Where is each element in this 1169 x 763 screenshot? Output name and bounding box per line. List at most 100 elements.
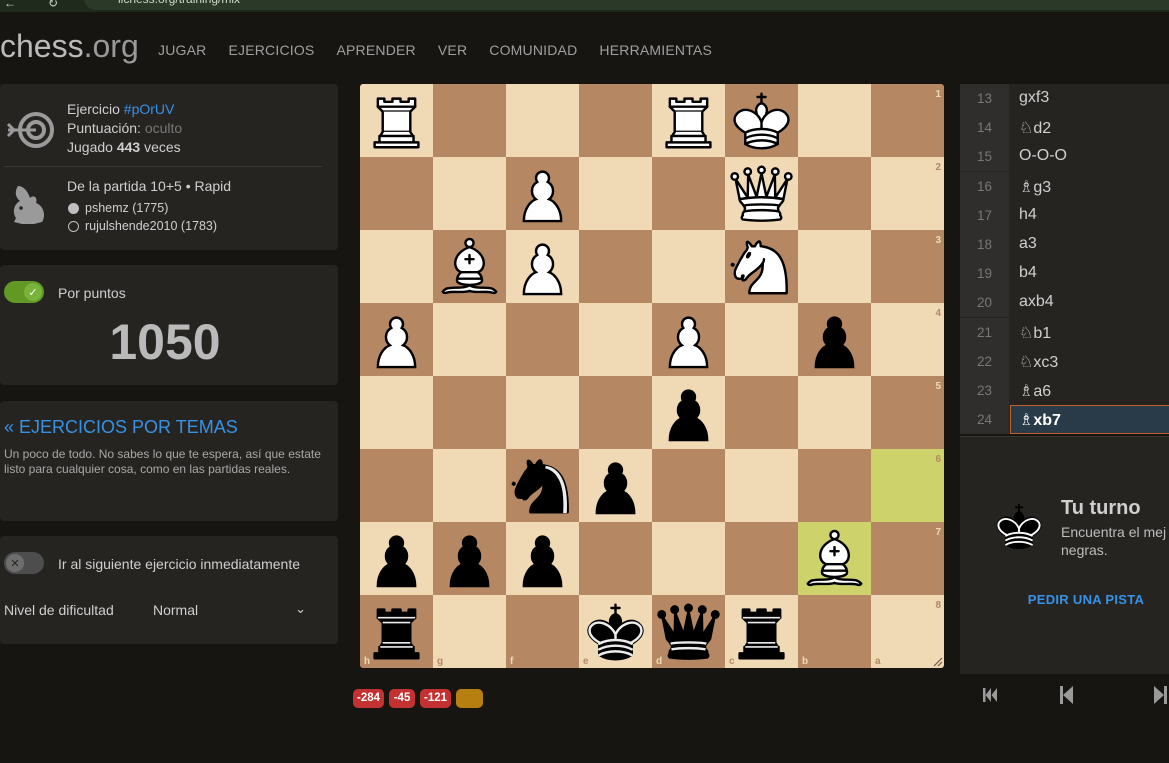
board-square[interactable]	[798, 595, 871, 668]
first-move-icon[interactable]	[972, 680, 1008, 710]
board-square[interactable]	[798, 157, 871, 230]
board-square[interactable]	[652, 522, 725, 595]
puzzle-rating-line: Puntuación: oculto	[67, 120, 183, 136]
board-square[interactable]	[360, 376, 433, 449]
board-square[interactable]	[725, 376, 798, 449]
nav-community[interactable]: COMUNIDAD	[489, 42, 577, 58]
back-icon[interactable]: ←	[4, 0, 16, 10]
board-square[interactable]	[506, 376, 579, 449]
move-san[interactable]: ♗xb7	[1019, 410, 1061, 430]
board-square[interactable]	[506, 84, 579, 157]
move-san[interactable]: gxf3	[1019, 89, 1049, 107]
rated-toggle[interactable]: ✓	[4, 281, 44, 303]
board-square[interactable]	[871, 230, 944, 303]
move-row[interactable]: 21 ♘b1	[960, 317, 1169, 347]
move-san[interactable]: ♘xc3	[1019, 352, 1058, 372]
auto-next-toggle[interactable]: ✕	[4, 552, 44, 574]
address-bar[interactable]: lichess.org/training/mix	[84, 0, 1169, 10]
player-white[interactable]: pshemz (1775)	[68, 201, 168, 215]
prev-move-icon[interactable]	[1049, 680, 1085, 710]
hint-button[interactable]: PEDIR UNA PISTA	[960, 592, 1169, 607]
move-row[interactable]: 18 a3	[960, 230, 1169, 259]
move-san[interactable]: ♘d2	[1019, 118, 1051, 138]
board-square[interactable]	[360, 449, 433, 522]
puzzle-id-link[interactable]: #pOrUV	[124, 101, 175, 117]
move-row[interactable]: 20 axb4	[960, 288, 1169, 318]
board-square[interactable]	[360, 230, 433, 303]
board-square[interactable]	[725, 522, 798, 595]
nav-learn[interactable]: APRENDER	[336, 42, 415, 58]
player-black[interactable]: rujulshende2010 (1783)	[68, 219, 217, 233]
move-row[interactable]: 14 ♘d2	[960, 113, 1169, 143]
move-row[interactable]: 17 h4	[960, 200, 1169, 230]
divider	[4, 166, 322, 167]
move-number: 18	[960, 230, 1009, 259]
board-square[interactable]	[798, 376, 871, 449]
move-san[interactable]: axb4	[1019, 293, 1054, 311]
board-square[interactable]	[433, 449, 506, 522]
move-row[interactable]: 15 O-O-O	[960, 142, 1169, 172]
board-square[interactable]	[798, 84, 871, 157]
board-square[interactable]	[506, 303, 579, 376]
rank-label: 3	[935, 235, 941, 246]
board-square[interactable]	[433, 376, 506, 449]
eval-chips: -284 -45 -121	[353, 689, 484, 708]
board-square[interactable]	[798, 449, 871, 522]
move-row[interactable]: 19 b4	[960, 259, 1169, 289]
move-san[interactable]: O-O-O	[1019, 147, 1067, 165]
chessboard[interactable]: 12345678hgfedcba	[360, 84, 944, 668]
board-square[interactable]	[579, 230, 652, 303]
board-svg[interactable]: 12345678h g f e d c b a	[360, 84, 944, 668]
move-row[interactable]: 24 ♗xb7	[960, 405, 1169, 435]
move-san[interactable]: ♗g3	[1019, 177, 1051, 197]
board-square[interactable]	[652, 230, 725, 303]
board-square[interactable]	[433, 303, 506, 376]
board-square[interactable]	[652, 157, 725, 230]
difficulty-select[interactable]: Normal ⌄	[136, 592, 324, 628]
board-square[interactable]	[871, 84, 944, 157]
board-square[interactable]	[871, 595, 944, 668]
nav-watch[interactable]: VER	[438, 42, 467, 58]
themes-description: Un poco de todo. No sabes lo que te espe…	[4, 447, 321, 476]
move-san[interactable]: b4	[1019, 264, 1037, 282]
board-square[interactable]	[871, 303, 944, 376]
board-square[interactable]	[579, 522, 652, 595]
move-row[interactable]: 13 gxf3	[960, 84, 1169, 113]
board-square[interactable]	[579, 157, 652, 230]
next-move-icon[interactable]	[1142, 680, 1169, 710]
board-square[interactable]	[725, 303, 798, 376]
move-san[interactable]: ♗a6	[1019, 381, 1051, 401]
move-san[interactable]: a3	[1019, 235, 1037, 253]
board-square[interactable]	[433, 595, 506, 668]
nav-tools[interactable]: HERRAMIENTAS	[599, 42, 712, 58]
board-square[interactable]	[433, 84, 506, 157]
move-row[interactable]: 23 ♗a6	[960, 376, 1169, 405]
themes-link[interactable]: « EJERCICIOS POR TEMAS	[4, 417, 238, 438]
board-square[interactable]	[871, 157, 944, 230]
board-square[interactable]	[798, 230, 871, 303]
board-square[interactable]	[579, 376, 652, 449]
board-square[interactable]	[433, 157, 506, 230]
move-row[interactable]: 16 ♗g3	[960, 171, 1169, 201]
site-logo[interactable]: chess.org	[0, 28, 139, 65]
puzzle-info-panel: Ejercicio #pOrUV Puntuación: oculto Juga…	[0, 84, 338, 250]
reload-icon[interactable]: ↻	[48, 0, 58, 10]
board-square[interactable]	[871, 376, 944, 449]
board-square[interactable]	[871, 522, 944, 595]
game-description[interactable]: De la partida 10+5 • Rapid	[67, 178, 231, 194]
nav-puzzles[interactable]: EJERCICIOS	[228, 42, 314, 58]
move-number: 16	[960, 171, 1009, 201]
board-square[interactable]	[652, 449, 725, 522]
move-row[interactable]: 22 ♘xc3	[960, 346, 1169, 376]
move-san[interactable]: h4	[1019, 206, 1037, 224]
nav-play[interactable]: JUGAR	[158, 42, 206, 58]
board-square[interactable]	[506, 595, 579, 668]
board-square[interactable]	[360, 157, 433, 230]
board-square[interactable]	[725, 449, 798, 522]
board-square[interactable]	[579, 84, 652, 157]
board-square[interactable]	[579, 303, 652, 376]
move-list: 13 gxf3 14 ♘d2 15 O-O-O 16 ♗g3 17 h4 18 a3 19 b4 20 axb…	[960, 84, 1169, 435]
move-san[interactable]: ♘b1	[1019, 323, 1051, 343]
board-square[interactable]	[871, 449, 944, 522]
settings-panel: ✕ Ir al siguiente ejercicio inmediatamen…	[0, 536, 338, 644]
